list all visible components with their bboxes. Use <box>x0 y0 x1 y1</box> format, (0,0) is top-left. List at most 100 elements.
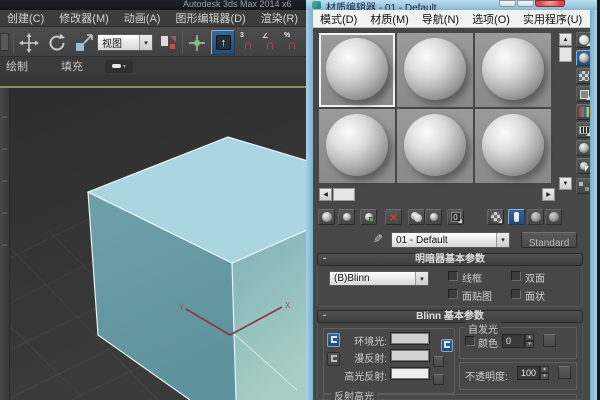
material-name-dropdown[interactable]: 01 - Default ▾ <box>391 232 510 248</box>
left-panel-strip[interactable] <box>0 88 10 400</box>
diffuse-map-button[interactable] <box>433 356 444 367</box>
put-to-library-button[interactable] <box>425 209 442 225</box>
menu-item-modes[interactable]: 模式(D) <box>320 11 357 27</box>
spinner-up-icon[interactable]: ▴ <box>525 334 534 341</box>
self-illum-value[interactable]: 0 <box>502 334 525 348</box>
angle-snap-button[interactable]: ∠ ∩ <box>260 31 280 55</box>
face-map-checkbox[interactable] <box>448 289 458 299</box>
blinn-rollout-header[interactable]: - Blinn 基本参数 <box>317 310 583 323</box>
make-preview-button[interactable] <box>576 122 590 138</box>
minimize-button[interactable] <box>499 0 516 7</box>
menu-item-animation[interactable]: 动画(A) <box>124 10 161 26</box>
opacity-map-button[interactable] <box>558 366 571 379</box>
ambient-color-swatch[interactable] <box>390 332 430 345</box>
material-type-button[interactable]: Standard <box>521 232 577 248</box>
show-end-result-button[interactable] <box>508 209 525 225</box>
keyboard-override-button[interactable]: ↑ <box>211 30 235 55</box>
material-id-channel-button[interactable]: 0 <box>447 209 464 225</box>
menu-item-rendering[interactable]: 渲染(R) <box>261 10 298 26</box>
sample-slot-3[interactable] <box>475 33 551 107</box>
rotate-button[interactable] <box>45 31 69 55</box>
sample-slot-1[interactable] <box>319 33 395 107</box>
self-illum-spinner[interactable]: 0 ▴▾ <box>502 334 534 348</box>
select-manipulate-button[interactable] <box>186 31 208 55</box>
lock-diffuse-specular-button[interactable] <box>327 352 340 366</box>
ribbon-paint-button[interactable]: 绘制 <box>6 58 28 74</box>
ribbon-fill-button[interactable]: 填充 <box>61 58 83 74</box>
chevron-down-icon[interactable]: ▾ <box>496 233 509 247</box>
menu-item-graph-editors[interactable]: 图形编辑器(D) <box>175 10 245 26</box>
collapse-icon[interactable]: - <box>323 310 326 321</box>
menu-item-navigation[interactable]: 导航(N) <box>422 11 459 27</box>
use-center-button[interactable] <box>158 31 180 55</box>
reference-coordsys-dropdown[interactable]: 视图 ▾ <box>97 34 153 51</box>
put-material-to-scene-button[interactable] <box>338 209 355 225</box>
spinner-down-icon[interactable]: ▾ <box>525 341 534 348</box>
shader-type-dropdown[interactable]: (B)Blinn ▾ <box>329 271 429 286</box>
options-button[interactable] <box>576 140 590 156</box>
menu-item-options[interactable]: 选项(O) <box>472 11 510 27</box>
slots-scroll-down-button[interactable]: ▼ <box>559 177 572 190</box>
perspective-viewport[interactable]: Y X <box>10 88 310 400</box>
slots-vscroll-thumb[interactable] <box>559 47 572 62</box>
diffuse-label: 漫反射: <box>341 350 387 365</box>
lock-ambient-diffuse-maps-button[interactable] <box>441 339 453 352</box>
diffuse-color-swatch[interactable] <box>390 349 430 362</box>
spinner-down-icon[interactable]: ▾ <box>540 373 549 380</box>
slots-hscroll-thumb[interactable] <box>333 188 355 201</box>
go-forward-to-sibling-button[interactable] <box>545 209 562 225</box>
video-color-check-button[interactable] <box>576 104 590 120</box>
make-material-copy-button[interactable] <box>408 209 425 225</box>
chevron-down-icon[interactable]: ▾ <box>415 272 428 285</box>
collapse-icon[interactable]: - <box>323 253 326 264</box>
scale-button[interactable] <box>72 31 96 55</box>
ribbon-flyout-button[interactable]: ▾ <box>105 60 133 73</box>
select-by-material-button[interactable] <box>576 158 590 174</box>
snap-toggle-3d-button[interactable]: 3 ∩ <box>238 31 258 55</box>
chevron-down-icon[interactable]: ▾ <box>139 35 152 50</box>
backlight-button[interactable] <box>576 50 590 66</box>
go-to-parent-button[interactable] <box>527 209 544 225</box>
sample-slot-6[interactable] <box>475 109 551 183</box>
sample-type-button[interactable] <box>576 32 590 48</box>
menu-item-material[interactable]: 材质(M) <box>370 11 409 27</box>
spinner-up-icon[interactable]: ▴ <box>540 366 549 373</box>
get-material-button[interactable] <box>318 209 335 225</box>
wire-checkbox[interactable] <box>448 271 458 281</box>
close-button[interactable] <box>535 0 565 7</box>
slots-scroll-right-button[interactable]: ▶ <box>542 188 555 201</box>
show-shaded-material-in-viewport-button[interactable] <box>487 209 504 225</box>
material-map-navigator-button[interactable] <box>576 178 590 194</box>
reset-map-button[interactable]: × <box>385 209 402 225</box>
slots-scroll-up-button[interactable]: ▲ <box>559 33 572 46</box>
options-sphere-icon <box>579 143 589 153</box>
specular-color-swatch[interactable] <box>390 367 430 380</box>
background-button[interactable] <box>576 68 590 84</box>
maximize-button[interactable] <box>517 0 534 7</box>
opacity-spinner[interactable]: 100 ▴▾ <box>517 366 549 380</box>
menu-item-create[interactable]: 创建(C) <box>7 10 44 26</box>
eyedropper-icon: ✎ <box>370 232 386 246</box>
faceted-checkbox[interactable] <box>511 289 521 299</box>
two-sided-checkbox[interactable] <box>511 271 521 281</box>
self-illum-map-button[interactable] <box>543 334 556 347</box>
percent-snap-button[interactable]: % ∩ <box>282 31 302 55</box>
menu-item-utilities[interactable]: 实用程序(U) <box>523 11 582 27</box>
select-move-button[interactable] <box>17 31 41 55</box>
shader-rollout-header[interactable]: - 明暗器基本参数 <box>317 253 583 266</box>
material-editor-titlebar[interactable]: 材质编辑器 - 01 - Default <box>306 0 597 10</box>
sample-slot-2[interactable] <box>397 33 473 107</box>
self-illum-color-checkbox[interactable] <box>465 336 475 346</box>
slots-scroll-left-button[interactable]: ◀ <box>319 188 332 201</box>
assign-material-to-selection-button[interactable] <box>360 209 377 225</box>
pick-material-from-object-button[interactable]: ✎ <box>370 232 386 248</box>
sample-uv-tiling-button[interactable] <box>576 86 590 102</box>
sample-slot-4[interactable] <box>319 109 395 183</box>
specular-map-button[interactable] <box>433 374 444 385</box>
opacity-value[interactable]: 100 <box>517 366 540 380</box>
partial-tool-icon[interactable] <box>0 33 9 51</box>
sample-slot-5[interactable] <box>397 109 473 183</box>
sphere-icon <box>579 35 589 45</box>
menu-item-modifiers[interactable]: 修改器(M) <box>59 10 109 26</box>
lock-ambient-diffuse-button[interactable] <box>327 333 340 347</box>
